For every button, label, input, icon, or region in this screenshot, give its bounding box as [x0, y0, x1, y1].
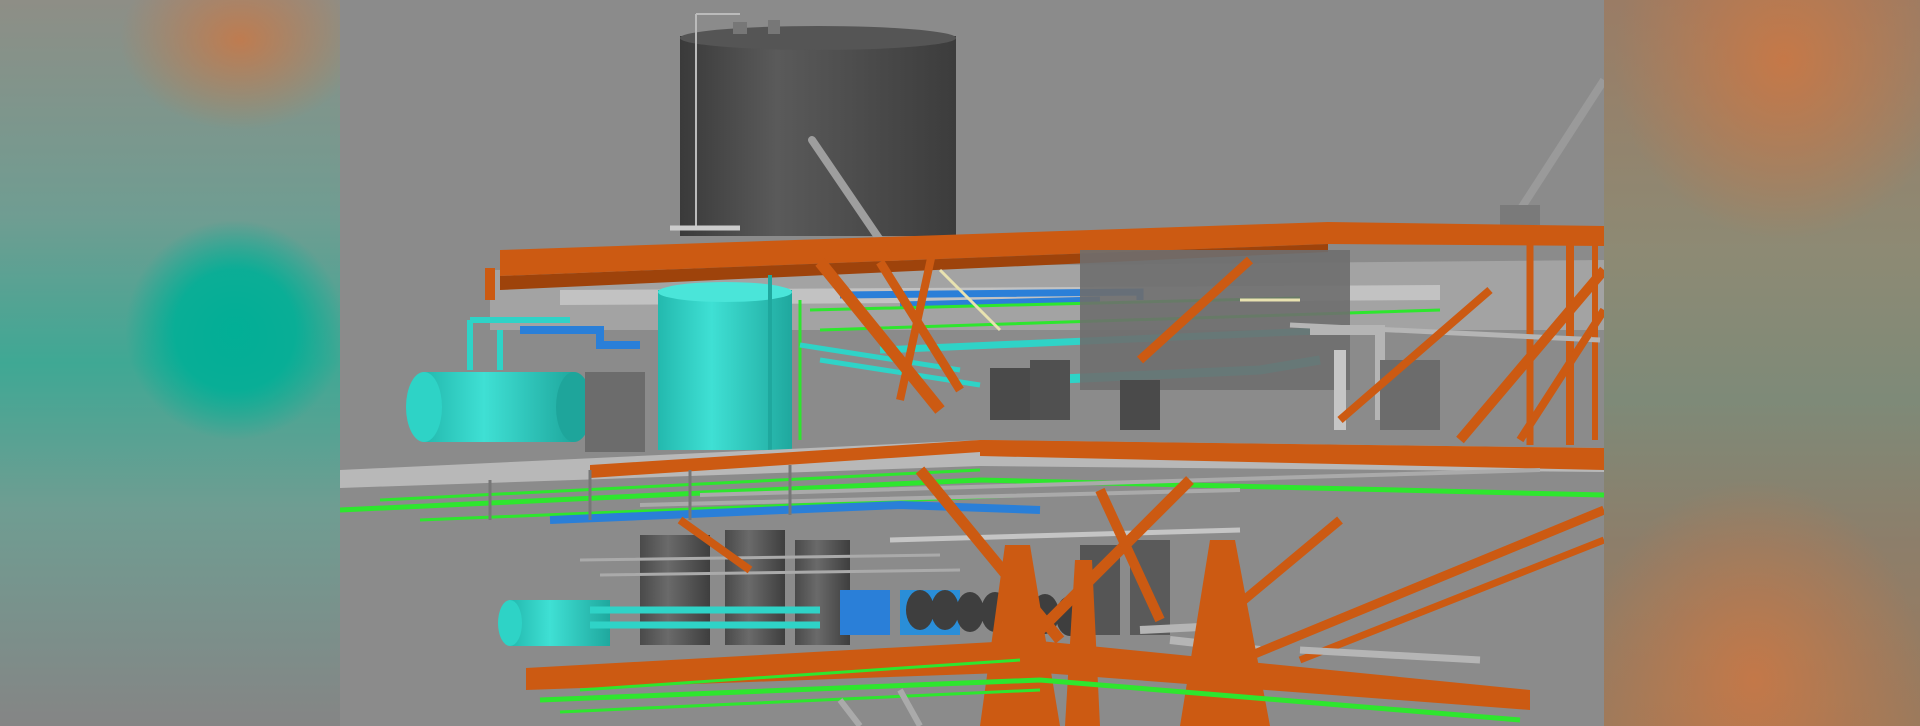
storage-tank [670, 13, 956, 236]
image-stage [0, 0, 1920, 726]
platform-render [340, 0, 1604, 726]
platform-illustration [340, 13, 1604, 726]
blurred-left-panel [0, 0, 340, 726]
cyan-horizontal-vessel [406, 372, 645, 452]
blurred-right-panel [1604, 0, 1920, 726]
cyan-vertical-vessel [658, 275, 802, 450]
middle-deck [340, 440, 1604, 524]
